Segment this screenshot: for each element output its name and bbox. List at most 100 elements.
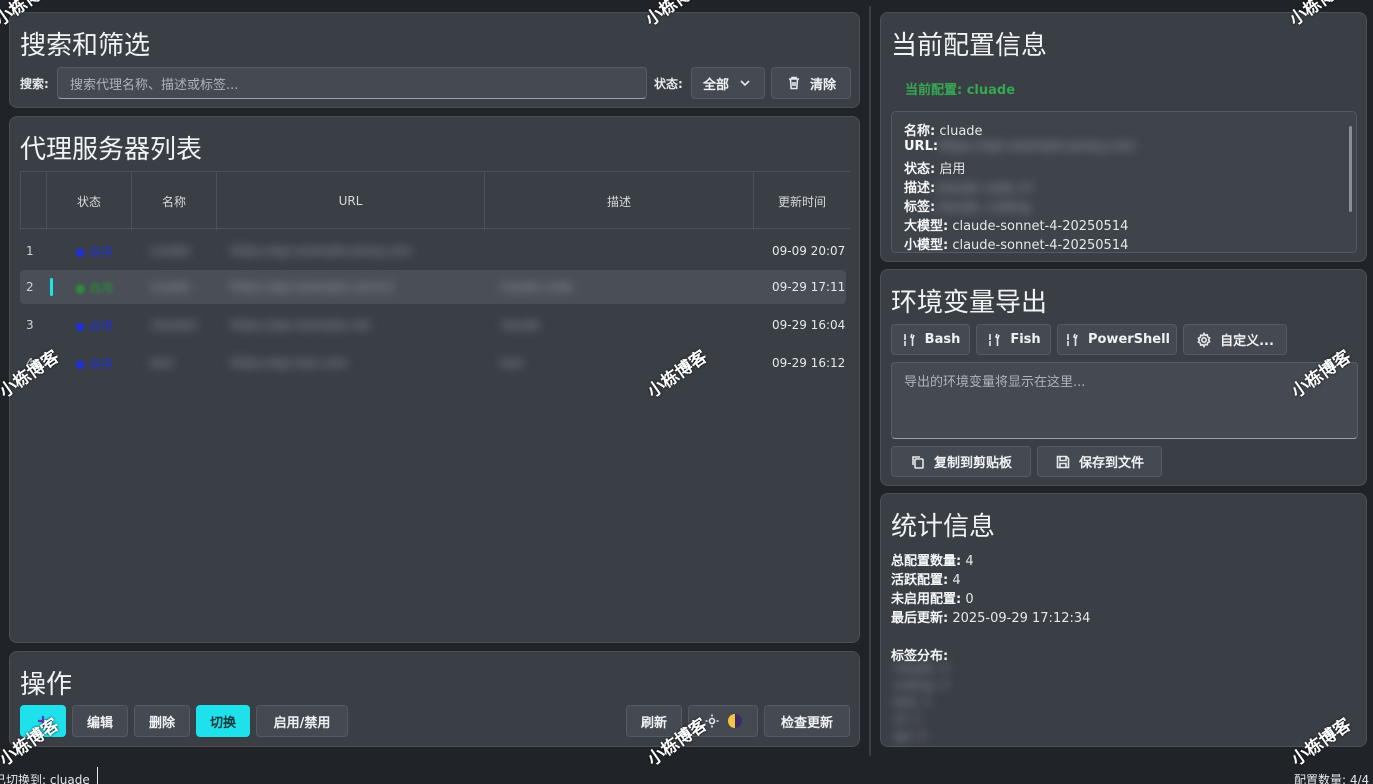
sun-icon — [704, 713, 720, 729]
config-field: 小模型: claude-sonnet-4-20250514 — [904, 238, 1129, 253]
search-input[interactable]: 搜索代理名称、描述或标签... — [57, 67, 647, 99]
statistics-title: 统计信息 — [891, 512, 996, 542]
row-name: test — [150, 356, 174, 370]
delete-button[interactable]: 删除 — [134, 705, 190, 737]
env-export-panel: 环境变量导出 Bash Fish PowerShell 自定义... 导出的环境… — [880, 269, 1367, 486]
stat-last-updated: 最后更新: 2025-09-29 17:12:34 — [891, 611, 1091, 626]
clear-button-label: 清除 — [809, 77, 836, 93]
custom-label: 自定义... — [1220, 334, 1274, 349]
row-index: 2 — [26, 280, 34, 294]
clear-button[interactable]: 清除 — [771, 67, 851, 99]
switch-button[interactable]: 切换 — [196, 705, 250, 737]
powershell-export-button[interactable]: PowerShell — [1057, 324, 1177, 355]
statusbar-config-count: 配置数量: 4/4 — [1294, 773, 1370, 784]
tools-icon — [986, 332, 1002, 348]
col-status-header[interactable]: 状态 — [47, 172, 132, 230]
row-name: claude2 — [150, 318, 198, 332]
bash-export-button[interactable]: Bash — [891, 324, 970, 355]
theme-toggle-button[interactable] — [688, 705, 758, 737]
bash-label: Bash — [924, 332, 961, 347]
trash-icon — [786, 75, 802, 91]
status-filter-value: 全部 — [702, 77, 729, 93]
row-time: 09-09 20:07 — [772, 244, 846, 258]
config-field: 名称: cluade — [904, 124, 983, 139]
stat-active: 活跃配置: 4 — [891, 573, 961, 588]
powershell-label: PowerShell — [1087, 332, 1171, 347]
row-status: ● 启用 — [75, 318, 114, 333]
col-name-header[interactable]: 名称 — [132, 172, 217, 230]
col-desc-header[interactable]: 描述 — [485, 172, 754, 230]
col-url-header[interactable]: URL — [217, 172, 485, 230]
row-status: ● 启用 — [75, 280, 114, 295]
row-status: ● 启用 — [75, 244, 114, 259]
tag-count: coding: 2 — [893, 678, 949, 692]
table-row[interactable]: 3 ● 启用 claude2 https://api.example.net c… — [20, 308, 846, 342]
config-field: URL: https://api.example-proxy.com — [904, 139, 1136, 154]
fish-label: Fish — [1010, 332, 1041, 347]
config-field: 描述: claude code cli — [904, 181, 1033, 196]
operations-title: 操作 — [20, 670, 73, 700]
row-url: https://api.example-proxy.com — [230, 244, 413, 258]
stat-total: 总配置数量: 4 — [891, 554, 974, 569]
edit-button[interactable]: 编辑 — [72, 705, 128, 737]
table-row[interactable]: 4 ● 启用 test https://api.test.com test 09… — [20, 346, 846, 380]
row-desc: claude code — [500, 280, 573, 294]
save-icon — [1055, 454, 1071, 470]
row-name: cluade — [150, 244, 190, 258]
plus-icon — [35, 713, 51, 729]
table-row-selected[interactable]: 2 ● 启用 cluade https://api.example.com/v1… — [20, 270, 846, 304]
save-label: 保存到文件 — [1078, 456, 1144, 471]
row-status: ● 启用 — [75, 356, 114, 371]
save-file-button[interactable]: 保存到文件 — [1037, 446, 1162, 477]
status-filter-label: 状态: — [654, 77, 683, 91]
statistics-panel: 统计信息 总配置数量: 4 活跃配置: 4 未启用配置: 0 最后更新: 202… — [880, 493, 1367, 747]
tools-icon — [1064, 332, 1080, 348]
fish-export-button[interactable]: Fish — [976, 324, 1051, 355]
current-config-title: 当前配置信息 — [891, 31, 1048, 61]
stat-inactive: 未启用配置: 0 — [891, 592, 974, 607]
add-button[interactable] — [20, 705, 66, 737]
tag-count: api: 2 — [893, 729, 927, 743]
toggle-enable-button[interactable]: 启用/禁用 — [256, 705, 348, 737]
copy-label: 复制到剪贴板 — [933, 456, 1012, 471]
copy-icon — [910, 454, 926, 470]
row-time: 09-29 16:12 — [772, 356, 846, 370]
status-filter-select[interactable]: 全部 — [691, 67, 765, 99]
row-name: cluade — [150, 280, 190, 294]
refresh-button[interactable]: 刷新 — [626, 705, 682, 737]
row-url: https://api.test.com — [230, 356, 348, 370]
search-label: 搜索: — [20, 77, 49, 91]
row-index: 1 — [26, 244, 34, 258]
row-desc: test — [500, 356, 524, 370]
selection-marker — [50, 278, 53, 296]
row-time: 09-29 16:04 — [772, 318, 846, 332]
pane-divider[interactable] — [869, 6, 871, 756]
col-time-header[interactable]: 更新时间 — [754, 172, 850, 230]
env-output-textarea[interactable]: 导出的环境变量将显示在这里... — [891, 362, 1358, 439]
search-panel-title: 搜索和筛选 — [20, 31, 151, 61]
proxy-list-panel: 代理服务器列表 状态 名称 URL 描述 更新时间 1 ● 启用 cluade … — [9, 116, 860, 643]
current-config-panel: 当前配置信息 当前配置: cluade 名称: cluade URL: http… — [880, 12, 1367, 262]
config-details-box: 名称: cluade URL: https://api.example-prox… — [891, 111, 1357, 253]
table-header: 状态 名称 URL 描述 更新时间 — [20, 171, 850, 230]
row-time: 09-29 17:11 — [772, 280, 846, 294]
check-update-button[interactable]: 检查更新 — [764, 705, 850, 737]
row-index: 4 — [26, 356, 34, 370]
custom-export-button[interactable]: 自定义... — [1183, 324, 1287, 355]
row-url: https://api.example.com/v1 — [230, 280, 396, 294]
copy-clipboard-button[interactable]: 复制到剪贴板 — [891, 446, 1031, 477]
search-panel: 搜索和筛选 搜索: 搜索代理名称、描述或标签... 状态: 全部 清除 — [9, 12, 860, 108]
config-field: 状态: 启用 — [904, 162, 966, 177]
env-export-title: 环境变量导出 — [891, 288, 1048, 318]
moon-icon — [728, 714, 742, 728]
proxy-list-title: 代理服务器列表 — [20, 135, 203, 165]
tools-icon — [901, 332, 917, 348]
config-scrollbar[interactable] — [1349, 126, 1352, 212]
current-config-name: 当前配置: cluade — [905, 83, 1016, 98]
tag-count: cli: 1 — [893, 712, 922, 726]
statusbar-message: 已切换到: cluade — [0, 773, 90, 784]
stat-tags-list: claude: 3 coding: 2 test: 1 cli: 1 api: … — [893, 660, 949, 745]
config-field: 大模型: claude-sonnet-4-20250514 — [904, 219, 1129, 234]
table-row[interactable]: 1 ● 启用 cluade https://api.example-proxy.… — [20, 234, 846, 268]
gear-icon — [1196, 331, 1212, 348]
